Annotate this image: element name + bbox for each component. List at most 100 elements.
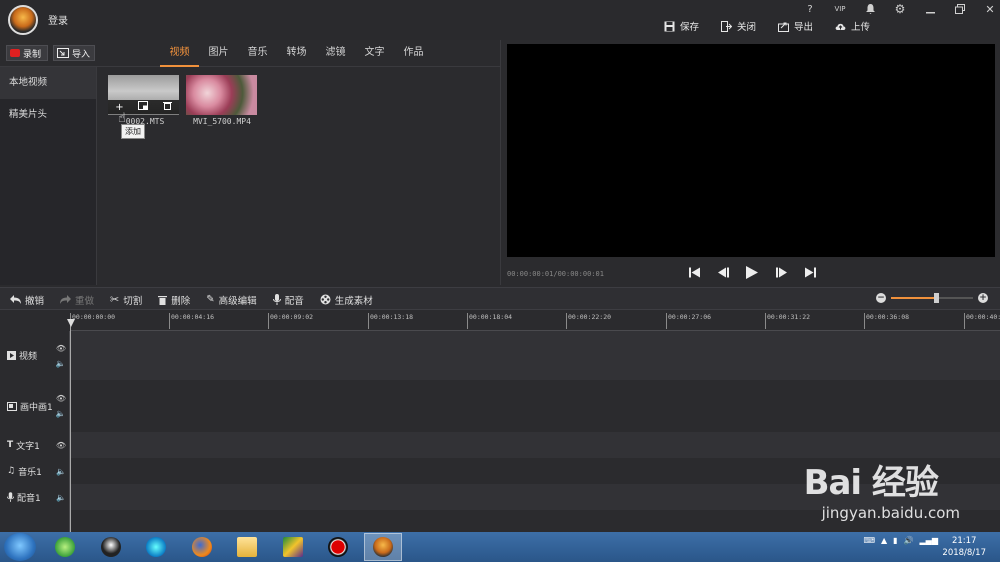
- import-icon: [57, 48, 69, 58]
- ruler-tick: 00:00:31:22: [764, 313, 811, 329]
- ruler-tick: 00:00:36:08: [863, 313, 910, 329]
- taskbar-app-editor[interactable]: [274, 533, 312, 561]
- tab-music[interactable]: 音乐: [238, 40, 277, 67]
- network-icon[interactable]: ▂▄▆: [920, 536, 938, 545]
- track-header-music[interactable]: ♫ 音乐1 🔈: [0, 458, 70, 484]
- file-actions: 保存 关闭 导出 上传: [664, 19, 870, 33]
- delete-button[interactable]: 删除: [158, 293, 190, 307]
- close-file-label: 关闭: [736, 22, 756, 33]
- minimize-icon[interactable]: [915, 2, 945, 16]
- pip-icon: [7, 401, 17, 411]
- notification-icon[interactable]: [855, 2, 885, 16]
- track-header-text[interactable]: T 文字1 👁: [0, 432, 70, 458]
- eye-icon[interactable]: 👁: [56, 344, 66, 353]
- split-button[interactable]: ✂ 切割: [110, 293, 142, 307]
- library-tab-bar: 录制 导入 视频 图片 音乐 转场 滤镜 文字 作品: [0, 40, 500, 67]
- sidebar-item-intro[interactable]: 精美片头: [0, 99, 96, 131]
- track-header-video[interactable]: 视频 👁 🔈: [0, 331, 70, 380]
- track-label: 画中画1: [20, 402, 53, 413]
- generate-material-button[interactable]: 生成素材: [320, 293, 373, 307]
- battery-icon[interactable]: ▮: [893, 536, 897, 545]
- start-button-icon[interactable]: [4, 533, 36, 561]
- tab-video[interactable]: 视频: [160, 40, 199, 67]
- zoom-out-icon[interactable]: −: [876, 293, 886, 303]
- skip-to-end-icon[interactable]: [802, 264, 818, 280]
- volume-icon[interactable]: 🔊: [904, 536, 914, 545]
- taskbar-app-video-editor[interactable]: [364, 533, 402, 561]
- speaker-icon[interactable]: 🔈: [56, 409, 66, 418]
- next-frame-icon[interactable]: [773, 264, 789, 280]
- ruler-tick: 00:00:22:20: [565, 313, 612, 329]
- login-link[interactable]: 登录: [48, 12, 68, 27]
- system-clock[interactable]: 21:17 2018/8/17: [942, 535, 986, 559]
- zoom-slider[interactable]: [891, 293, 973, 303]
- taskbar-app-browser[interactable]: [46, 533, 84, 561]
- taskbar-app-firefox[interactable]: [183, 533, 221, 561]
- redo-button[interactable]: 重做: [60, 293, 94, 307]
- tab-transition[interactable]: 转场: [277, 40, 316, 67]
- tab-filter[interactable]: 滤镜: [316, 40, 355, 67]
- playhead-handle-icon[interactable]: [67, 319, 75, 327]
- ruler-tick: 00:00:27:06: [665, 313, 712, 329]
- pip-add-icon[interactable]: [138, 101, 149, 113]
- redo-icon: [60, 295, 72, 304]
- skip-to-start-icon[interactable]: [686, 264, 702, 280]
- split-label: 切割: [123, 295, 143, 307]
- media-name: 0002.MTS: [125, 117, 165, 126]
- clock-time: 21:17: [951, 536, 977, 546]
- media-thumbnail[interactable]: [186, 75, 257, 115]
- vip-icon[interactable]: VIP: [825, 2, 855, 16]
- advanced-edit-button[interactable]: ✎ 高级编辑: [206, 293, 256, 307]
- zoom-in-icon[interactable]: +: [978, 293, 988, 303]
- speaker-icon[interactable]: 🔈: [56, 493, 66, 502]
- speaker-icon[interactable]: 🔈: [56, 359, 66, 368]
- track-header-voiceover[interactable]: 配音1 🔈: [0, 484, 70, 510]
- video-editor-logo-icon: [373, 537, 393, 557]
- import-button[interactable]: 导入: [53, 45, 95, 61]
- zoom-slider-handle[interactable]: [934, 293, 940, 303]
- playhead[interactable]: [70, 320, 71, 532]
- eye-icon[interactable]: 👁: [56, 394, 66, 403]
- clock-date: 2018/8/17: [942, 548, 986, 558]
- close-window-icon[interactable]: ✕: [975, 2, 1000, 16]
- timeline-ruler[interactable]: 00:00:00:00 00:00:04:16 00:00:09:02 00:0…: [70, 311, 1000, 331]
- tab-text[interactable]: 文字: [355, 40, 394, 67]
- undo-button[interactable]: 撤销: [10, 293, 44, 307]
- save-button[interactable]: 保存: [664, 19, 699, 33]
- upload-button[interactable]: 上传: [835, 19, 870, 33]
- window-controls: ? VIP ⚙ ✕: [795, 2, 1000, 16]
- track-headers: 视频 👁 🔈 画中画1 👁 🔈 T 文字1 👁 ♫ 音乐1 🔈 配音1 🔈: [0, 331, 70, 532]
- close-file-button[interactable]: 关闭: [720, 19, 756, 33]
- watermark-logo: Bai 经验: [803, 463, 939, 503]
- eye-icon[interactable]: 👁: [56, 441, 66, 450]
- os-taskbar: ⌨ ▲ ▮ 🔊 ▂▄▆ 21:17 2018/8/17: [0, 532, 1000, 562]
- voiceover-button[interactable]: 配音: [272, 293, 304, 307]
- taskbar-app-recorder[interactable]: [319, 533, 357, 561]
- speaker-icon[interactable]: 🔈: [56, 467, 66, 476]
- delete-media-icon[interactable]: [162, 101, 172, 113]
- sidebar-item-local-video[interactable]: 本地视频: [0, 67, 96, 99]
- taskbar-app-qq[interactable]: [92, 533, 130, 561]
- ruler-tick: 00:00:40:: [963, 313, 1000, 329]
- ruler-tick: 00:00:00:00: [70, 313, 116, 329]
- record-button[interactable]: 录制: [6, 45, 48, 61]
- restore-icon[interactable]: [945, 2, 975, 16]
- tab-works[interactable]: 作品: [394, 40, 433, 67]
- track-label: 音乐1: [18, 467, 42, 478]
- taskbar-app-media[interactable]: [137, 533, 175, 561]
- keyboard-icon[interactable]: ⌨: [863, 536, 875, 545]
- tab-image[interactable]: 图片: [199, 40, 238, 67]
- help-icon[interactable]: ?: [795, 2, 825, 16]
- show-hidden-icons-icon[interactable]: ▲: [881, 536, 887, 545]
- taskbar-app-explorer[interactable]: [228, 533, 266, 561]
- pip-track-lane[interactable]: [71, 380, 1000, 432]
- export-button[interactable]: 导出: [777, 19, 813, 33]
- export-label: 导出: [793, 22, 813, 33]
- video-track-lane[interactable]: [71, 331, 1000, 380]
- play-icon[interactable]: [744, 264, 760, 280]
- track-header-pip[interactable]: 画中画1 👁 🔈: [0, 380, 70, 432]
- video-preview[interactable]: [507, 44, 995, 257]
- previous-frame-icon[interactable]: [715, 264, 731, 280]
- firefox-icon: [192, 537, 212, 557]
- settings-gear-icon[interactable]: ⚙: [885, 2, 915, 16]
